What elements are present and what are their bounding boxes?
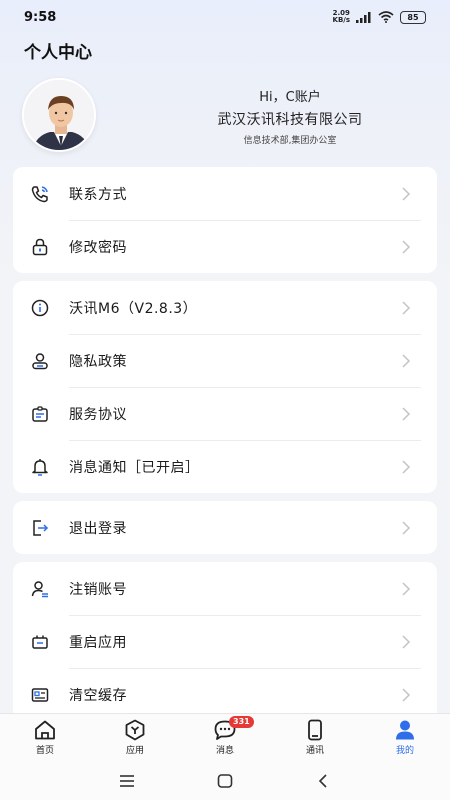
user-avatar-illustration (24, 80, 94, 150)
menu-item-label: 注销账号 (69, 581, 127, 598)
settings-card-system: 注销账号 重启应用 清空缓存 (13, 562, 437, 713)
tab-profile[interactable]: 我的 (360, 714, 450, 761)
back-icon[interactable] (314, 773, 332, 788)
lock-icon (29, 236, 51, 258)
home-icon (35, 720, 55, 740)
info-icon (29, 297, 51, 319)
profile-info: Hi，C账户 武汉沃讯科技有限公司 信息技术部,集团办公室 (150, 86, 430, 146)
chevron-right-icon (402, 406, 411, 421)
menu-item-clear-cache[interactable]: 清空缓存 (13, 668, 437, 713)
menu-item-service-agreement[interactable]: 服务协议 (13, 387, 437, 440)
settings-card-logout: 退出登录 (13, 501, 437, 554)
id-card-icon (29, 403, 51, 425)
battery-indicator: 85 (400, 10, 426, 24)
profile-icon (396, 720, 414, 740)
chevron-right-icon (402, 186, 411, 201)
chevron-right-icon (402, 459, 411, 474)
network-speed-unit: KB/s (332, 16, 350, 24)
menu-item-label: 服务协议 (69, 406, 127, 423)
status-bar: 9:58 2.09 KB/s 85 (0, 0, 450, 34)
menu-item-label: 退出登录 (69, 520, 127, 537)
menu-item-restart-app[interactable]: 重启应用 (13, 615, 437, 668)
menu-icon[interactable] (118, 774, 136, 788)
status-time: 9:58 (24, 9, 57, 25)
menu-item-version[interactable]: 沃讯M6（V2.8.3） (13, 281, 437, 334)
network-speed: 2.09 KB/s (333, 10, 350, 24)
apps-icon (125, 719, 145, 741)
department: 信息技术部,集团办公室 (243, 136, 337, 146)
tab-home[interactable]: 首页 (0, 714, 90, 761)
bell-icon (29, 456, 51, 478)
logout-icon (29, 517, 51, 539)
chevron-right-icon (402, 581, 411, 596)
tab-apps[interactable]: 应用 (90, 714, 180, 761)
menu-item-delete-account[interactable]: 注销账号 (13, 562, 437, 615)
menu-item-label: 沃讯M6（V2.8.3） (69, 300, 198, 317)
avatar-image (22, 78, 96, 152)
settings-card-account: 联系方式 修改密码 (13, 167, 437, 273)
chevron-right-icon (402, 634, 411, 649)
avatar[interactable] (22, 78, 112, 152)
tab-contacts[interactable]: 通讯 (270, 714, 360, 761)
menu-item-label: 清空缓存 (69, 687, 127, 704)
tab-messages[interactable]: 331 消息 (180, 714, 270, 761)
menu-item-notifications[interactable]: 消息通知［已开启］ (13, 440, 437, 493)
chevron-right-icon (402, 239, 411, 254)
chevron-right-icon (402, 300, 411, 315)
menu-item-label: 重启应用 (69, 634, 127, 651)
account-cancel-icon (29, 578, 51, 600)
home-button-icon[interactable] (216, 773, 234, 788)
phone-icon (29, 183, 51, 205)
tab-label: 我的 (395, 746, 414, 756)
menu-item-contact[interactable]: 联系方式 (13, 167, 437, 220)
menu-item-privacy-policy[interactable]: 隐私政策 (13, 334, 437, 387)
chevron-right-icon (402, 353, 411, 368)
status-indicators: 2.09 KB/s 85 (333, 10, 426, 24)
tab-label: 应用 (125, 746, 144, 756)
chevron-right-icon (402, 687, 411, 702)
tab-label: 消息 (215, 746, 234, 756)
tab-label: 首页 (35, 746, 54, 756)
page-title: 个人中心 (24, 43, 92, 63)
menu-item-label: 联系方式 (69, 186, 127, 203)
contacts-icon (308, 719, 322, 741)
tab-label: 通讯 (305, 746, 324, 756)
person-icon (29, 350, 51, 372)
company-name: 武汉沃讯科技有限公司 (217, 112, 363, 128)
settings-card-about: 沃讯M6（V2.8.3） 隐私政策 服务协议 消息通知［已开启］ (13, 281, 437, 493)
greeting: Hi，C账户 (259, 90, 321, 105)
wifi-icon (378, 11, 394, 23)
menu-item-label: 修改密码 (69, 239, 127, 256)
cache-icon (29, 684, 51, 706)
menu-item-label: 隐私政策 (69, 353, 127, 370)
chevron-right-icon (402, 520, 411, 535)
unread-badge: 331 (229, 716, 254, 728)
restart-icon (29, 631, 51, 653)
menu-item-logout[interactable]: 退出登录 (13, 501, 437, 554)
menu-item-change-password[interactable]: 修改密码 (13, 220, 437, 273)
bottom-tab-bar: 首页 应用 331 消息 通讯 我的 (0, 713, 450, 761)
menu-item-label: 消息通知［已开启］ (69, 459, 200, 476)
system-nav-bar (0, 761, 450, 800)
signal-icon (356, 11, 371, 23)
